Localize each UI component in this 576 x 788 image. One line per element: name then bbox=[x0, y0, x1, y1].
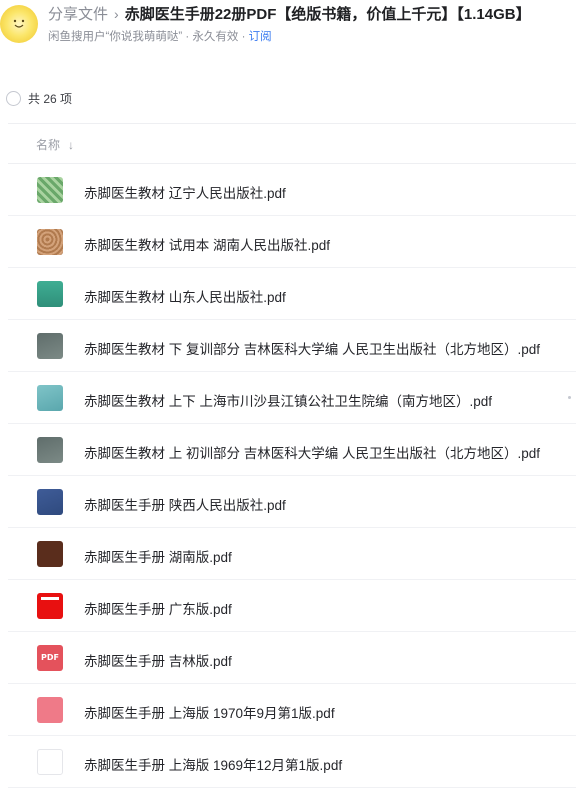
file-name[interactable]: 赤脚医生教材 山东人民出版社.pdf bbox=[84, 286, 286, 306]
column-name-label: 名称 bbox=[36, 138, 61, 152]
page-title: 赤脚医生手册22册PDF【绝版书籍，价值上千元】【1.14GB】 bbox=[124, 6, 531, 23]
file-name[interactable]: 赤脚医生教材 上 初训部分 吉林医科大学编 人民卫生出版社（北方地区）.pdf bbox=[84, 442, 540, 462]
file-thumbnail bbox=[37, 541, 63, 567]
file-thumbnail bbox=[37, 697, 63, 723]
file-name[interactable]: 赤脚医生手册 湖南版.pdf bbox=[84, 546, 232, 566]
scrollbar-indicator[interactable] bbox=[568, 396, 571, 399]
file-name[interactable]: 赤脚医生教材 试用本 湖南人民出版社.pdf bbox=[84, 234, 330, 254]
file-thumbnail bbox=[37, 749, 63, 775]
file-row[interactable]: 赤脚医生教材 上下 上海市川沙县江镇公社卫生院编（南方地区）.pdf bbox=[0, 372, 576, 424]
file-name[interactable]: 赤脚医生教材 辽宁人民出版社.pdf bbox=[84, 182, 286, 202]
file-row[interactable]: 赤脚医生手册 陕西人民出版社.pdf bbox=[0, 476, 576, 528]
smile-icon bbox=[13, 19, 25, 28]
cover-stripe bbox=[41, 597, 59, 600]
file-thumbnail bbox=[37, 229, 63, 255]
file-thumbnail bbox=[37, 489, 63, 515]
validity-text: · 永久有效 · bbox=[182, 31, 249, 43]
file-row[interactable]: 赤脚医生教材 试用本 湖南人民出版社.pdf bbox=[0, 216, 576, 268]
pdf-file-icon: PDF bbox=[37, 645, 63, 671]
file-thumbnail bbox=[37, 385, 63, 411]
file-row[interactable]: 赤脚医生教材 山东人民出版社.pdf bbox=[0, 268, 576, 320]
file-name[interactable]: 赤脚医生手册 上海版 1969年12月第1版.pdf bbox=[84, 754, 342, 774]
chevron-right-icon: › bbox=[114, 6, 119, 22]
pdf-label: PDF bbox=[41, 653, 59, 662]
file-thumbnail bbox=[37, 437, 63, 463]
file-name[interactable]: 赤脚医生手册 广东版.pdf bbox=[84, 598, 232, 618]
title-row: 分享文件 › 赤脚医生手册22册PDF【绝版书籍，价值上千元】【1.14GB】 bbox=[48, 4, 531, 25]
file-thumbnail bbox=[37, 281, 63, 307]
file-name[interactable]: 赤脚医生手册 陕西人民出版社.pdf bbox=[84, 494, 286, 514]
file-thumbnail bbox=[37, 333, 63, 359]
column-header-name[interactable]: 名称 ↓ bbox=[36, 136, 74, 153]
subscribe-link[interactable]: 订阅 bbox=[249, 31, 272, 43]
sharer-avatar[interactable] bbox=[0, 5, 38, 43]
sharer-name: 闲鱼搜用户“你说我萌萌哒” bbox=[48, 31, 183, 43]
file-row[interactable]: 赤脚医生手册 上海版 1970年9月第1版.pdf bbox=[0, 684, 576, 736]
sort-arrow-icon[interactable]: ↓ bbox=[68, 138, 74, 152]
file-thumbnail bbox=[37, 593, 63, 619]
file-name[interactable]: 赤脚医生教材 下 复训部分 吉林医科大学编 人民卫生出版社（北方地区）.pdf bbox=[84, 338, 540, 358]
file-row[interactable]: 赤脚医生手册 上海版 1969年12月第1版.pdf bbox=[0, 736, 576, 788]
file-name[interactable]: 赤脚医生手册 吉林版.pdf bbox=[84, 650, 232, 670]
file-row[interactable]: 赤脚医生手册 广东版.pdf bbox=[0, 580, 576, 632]
share-meta: 闲鱼搜用户“你说我萌萌哒” · 永久有效 · 订阅 bbox=[48, 28, 272, 44]
breadcrumb-share-files[interactable]: 分享文件 bbox=[48, 6, 108, 23]
share-header: 分享文件 › 赤脚医生手册22册PDF【绝版书籍，价值上千元】【1.14GB】 闲鱼… bbox=[0, 0, 576, 56]
file-row[interactable]: 赤脚医生教材 下 复训部分 吉林医科大学编 人民卫生出版社（北方地区）.pdf bbox=[0, 320, 576, 372]
divider bbox=[8, 123, 576, 124]
item-count: 共 26 项 bbox=[28, 92, 73, 106]
file-thumbnail bbox=[37, 177, 63, 203]
file-name[interactable]: 赤脚医生手册 上海版 1970年9月第1版.pdf bbox=[84, 702, 335, 722]
file-name[interactable]: 赤脚医生教材 上下 上海市川沙县江镇公社卫生院编（南方地区）.pdf bbox=[84, 390, 492, 410]
file-list: 赤脚医生教材 辽宁人民出版社.pdf 赤脚医生教材 试用本 湖南人民出版社.pdf… bbox=[0, 164, 576, 788]
file-row[interactable]: 赤脚医生教材 辽宁人民出版社.pdf bbox=[0, 164, 576, 216]
file-row[interactable]: 赤脚医生教材 上 初训部分 吉林医科大学编 人民卫生出版社（北方地区）.pdf bbox=[0, 424, 576, 476]
file-row[interactable]: 赤脚医生手册 湖南版.pdf bbox=[0, 528, 576, 580]
select-all-checkbox[interactable] bbox=[6, 91, 21, 106]
file-row[interactable]: PDF 赤脚医生手册 吉林版.pdf bbox=[0, 632, 576, 684]
